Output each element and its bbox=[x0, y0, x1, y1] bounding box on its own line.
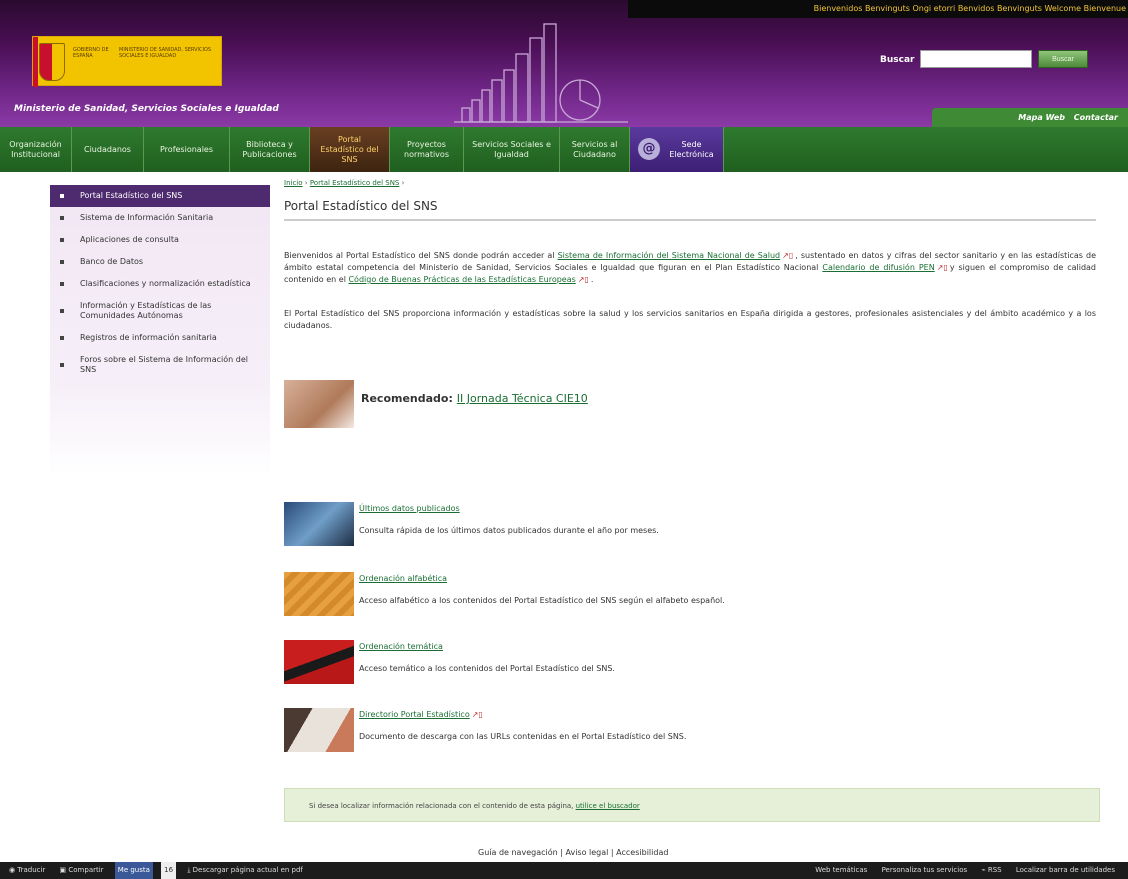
nav-biblioteca[interactable]: Biblioteca y Publicaciones bbox=[230, 127, 310, 172]
breadcrumb-current[interactable]: Portal Estadístico del SNS bbox=[310, 179, 400, 187]
feature-alfabetica: Ordenación alfabética Acceso alfabético … bbox=[284, 572, 1096, 616]
external-link-icon: ↗▯ bbox=[936, 263, 948, 272]
pointing-hand-image bbox=[284, 380, 354, 428]
footer-links: Guía de navegación | Aviso legal | Acces… bbox=[478, 848, 669, 857]
link-sistema-informacion[interactable]: Sistema de Información del Sistema Nacio… bbox=[558, 251, 781, 260]
translate-label: Traducir bbox=[17, 866, 46, 874]
feature-title-row: Directorio Portal Estadístico ↗▯ bbox=[359, 710, 485, 719]
feature-title-link[interactable]: Últimos datos publicados bbox=[359, 504, 460, 513]
at-sign-icon: @ bbox=[638, 138, 660, 160]
coat-of-arms-icon bbox=[39, 43, 65, 81]
feature-description: Acceso alfabético a los contenidos del P… bbox=[359, 596, 725, 605]
recommended-prefix: Recomendado: bbox=[361, 392, 453, 405]
utility-toolbar: ◉ Traducir ▣ Compartir Me gusta 16 ⤓ Des… bbox=[0, 862, 1128, 879]
sidebar-item-clasificaciones[interactable]: Clasificaciones y normalización estadíst… bbox=[50, 273, 270, 295]
footer-link-aviso[interactable]: Aviso legal bbox=[565, 848, 608, 857]
flag-stripe bbox=[33, 37, 38, 87]
breadcrumb-separator: › bbox=[401, 179, 405, 187]
utility-links: Mapa Web Contactar bbox=[932, 108, 1128, 127]
red-folders-image bbox=[284, 640, 354, 684]
sidebar-item-aplicaciones[interactable]: Aplicaciones de consulta bbox=[50, 229, 270, 251]
rss-button[interactable]: ⌁ RSS bbox=[978, 862, 1004, 879]
feature-title-link[interactable]: Ordenación temática bbox=[359, 642, 443, 651]
feature-description: Acceso temático a los contenidos del Por… bbox=[359, 664, 615, 673]
toolbar-left: ◉ Traducir ▣ Compartir Me gusta 16 ⤓ Des… bbox=[6, 862, 312, 879]
translate-button[interactable]: ◉ Traducir bbox=[6, 862, 48, 879]
intro-paragraph-2: El Portal Estadístico del SNS proporcion… bbox=[284, 309, 1096, 330]
external-link-icon: ↗▯ bbox=[471, 710, 483, 719]
nav-portal-estadistico[interactable]: Portal Estadístico del SNS bbox=[310, 127, 390, 172]
search-note: Si desea localizar información relaciona… bbox=[284, 788, 1100, 822]
computer-image bbox=[284, 502, 354, 546]
link-calendario-pen[interactable]: Calendario de difusión PEN bbox=[822, 263, 934, 272]
breadcrumb: Inicio › Portal Estadístico del SNS › bbox=[284, 179, 404, 187]
site-header: Bienvenidos Benvinguts Ongi etorri Benvi… bbox=[0, 0, 1128, 127]
sidebar-item-sistema-informacion[interactable]: Sistema de Información Sanitaria bbox=[50, 207, 270, 229]
share-button[interactable]: ▣ Compartir bbox=[57, 862, 107, 879]
search-input[interactable] bbox=[920, 50, 1032, 68]
recommended-link[interactable]: II Jornada Técnica CIE10 bbox=[457, 392, 588, 405]
government-logo[interactable]: GOBIERNO DE ESPAÑA MINISTERIO DE SANIDAD… bbox=[32, 36, 222, 87]
external-link-icon: ↗▯ bbox=[577, 275, 589, 284]
recommended-label: Recomendado: II Jornada Técnica CIE10 bbox=[361, 392, 588, 405]
search-note-text: Si desea localizar información relaciona… bbox=[309, 802, 574, 810]
thematic-webs-button[interactable]: Web temáticas bbox=[812, 862, 870, 879]
feature-title-link[interactable]: Directorio Portal Estadístico bbox=[359, 710, 470, 719]
nav-organizacion[interactable]: Organización Institucional bbox=[0, 127, 72, 172]
feature-directorio: Directorio Portal Estadístico ↗▯ Document… bbox=[284, 708, 1096, 752]
feature-title-link[interactable]: Ordenación alfabética bbox=[359, 574, 447, 583]
breadcrumb-separator: › bbox=[304, 179, 308, 187]
search-note-link[interactable]: utilice el buscador bbox=[576, 802, 640, 810]
sitemap-link[interactable]: Mapa Web bbox=[1018, 113, 1065, 122]
logo-gov-text: GOBIERNO DE ESPAÑA bbox=[73, 47, 109, 59]
sidebar-item-registros[interactable]: Registros de información sanitaria bbox=[50, 327, 270, 349]
footer-link-guia[interactable]: Guía de navegación bbox=[478, 848, 558, 857]
personalize-button[interactable]: Personaliza tus servicios bbox=[879, 862, 971, 879]
document-hand-image bbox=[284, 708, 354, 752]
external-link-icon: ↗▯ bbox=[782, 251, 794, 260]
intro-text-a: Bienvenidos al Portal Estadístico del SN… bbox=[284, 251, 555, 260]
nav-ciudadanos[interactable]: Ciudadanos bbox=[72, 127, 144, 172]
language-bar[interactable]: Bienvenidos Benvinguts Ongi etorri Benvi… bbox=[628, 0, 1128, 18]
share-label: Compartir bbox=[68, 866, 104, 874]
ministry-name: Ministerio de Sanidad, Servicios Sociale… bbox=[14, 104, 279, 114]
content-area: Portal Estadístico del SNS Sistema de In… bbox=[38, 172, 1116, 862]
nav-profesionales[interactable]: Profesionales bbox=[144, 127, 230, 172]
sidebar: Portal Estadístico del SNS Sistema de In… bbox=[50, 185, 270, 475]
main-navigation: Organización Institucional Ciudadanos Pr… bbox=[0, 127, 1128, 172]
sidebar-item-comunidades[interactable]: Información y Estadísticas de las Comuni… bbox=[50, 295, 270, 327]
nav-sede-electronica[interactable]: @ Sede Electrónica bbox=[630, 127, 724, 172]
sidebar-item-portal[interactable]: Portal Estadístico del SNS bbox=[50, 185, 270, 207]
feature-ultimos-datos: Últimos datos publicados Consulta rápida… bbox=[284, 502, 1096, 546]
nav-servicios-ciudadano[interactable]: Servicios al Ciudadano bbox=[560, 127, 630, 172]
wood-texture-image bbox=[284, 572, 354, 616]
facebook-like-button[interactable]: Me gusta bbox=[114, 862, 153, 879]
search-button[interactable]: Buscar bbox=[1038, 50, 1088, 68]
search-label: Buscar bbox=[880, 55, 915, 65]
rss-label: RSS bbox=[987, 866, 1002, 874]
intro-paragraph: Bienvenidos al Portal Estadístico del SN… bbox=[284, 251, 1097, 284]
contact-link[interactable]: Contactar bbox=[1074, 113, 1118, 122]
download-pdf-label: Descargar página actual en pdf bbox=[192, 866, 303, 874]
footer-link-accesibilidad[interactable]: Accesibilidad bbox=[616, 848, 668, 857]
like-count: 16 bbox=[161, 862, 177, 879]
download-pdf-button[interactable]: ⤓ Descargar página actual en pdf bbox=[184, 862, 306, 879]
link-codigo-buenas-practicas[interactable]: Código de Buenas Prácticas de las Estadí… bbox=[348, 275, 575, 284]
breadcrumb-home[interactable]: Inicio bbox=[284, 179, 303, 187]
feature-description: Consulta rápida de los últimos datos pub… bbox=[359, 526, 659, 535]
page-title: Portal Estadístico del SNS bbox=[284, 199, 1096, 221]
toolbar-right: Web temáticas Personaliza tus servicios … bbox=[812, 862, 1124, 879]
feature-tematica: Ordenación temática Acceso temático a lo… bbox=[284, 640, 1096, 684]
sidebar-item-foros[interactable]: Foros sobre el Sistema de Información de… bbox=[50, 349, 270, 381]
locate-toolbar-button[interactable]: Localizar barra de utilidades bbox=[1013, 862, 1118, 879]
statistics-banner-graphic bbox=[454, 23, 628, 123]
feature-description: Documento de descarga con las URLs conte… bbox=[359, 732, 687, 741]
logo-ministry-text: MINISTERIO DE SANIDAD, SERVICIOS SOCIALE… bbox=[119, 47, 212, 59]
nav-servicios-sociales[interactable]: Servicios Sociales e Igualdad bbox=[464, 127, 560, 172]
sidebar-item-banco-datos[interactable]: Banco de Datos bbox=[50, 251, 270, 273]
nav-proyectos[interactable]: Proyectos normativos bbox=[390, 127, 464, 172]
